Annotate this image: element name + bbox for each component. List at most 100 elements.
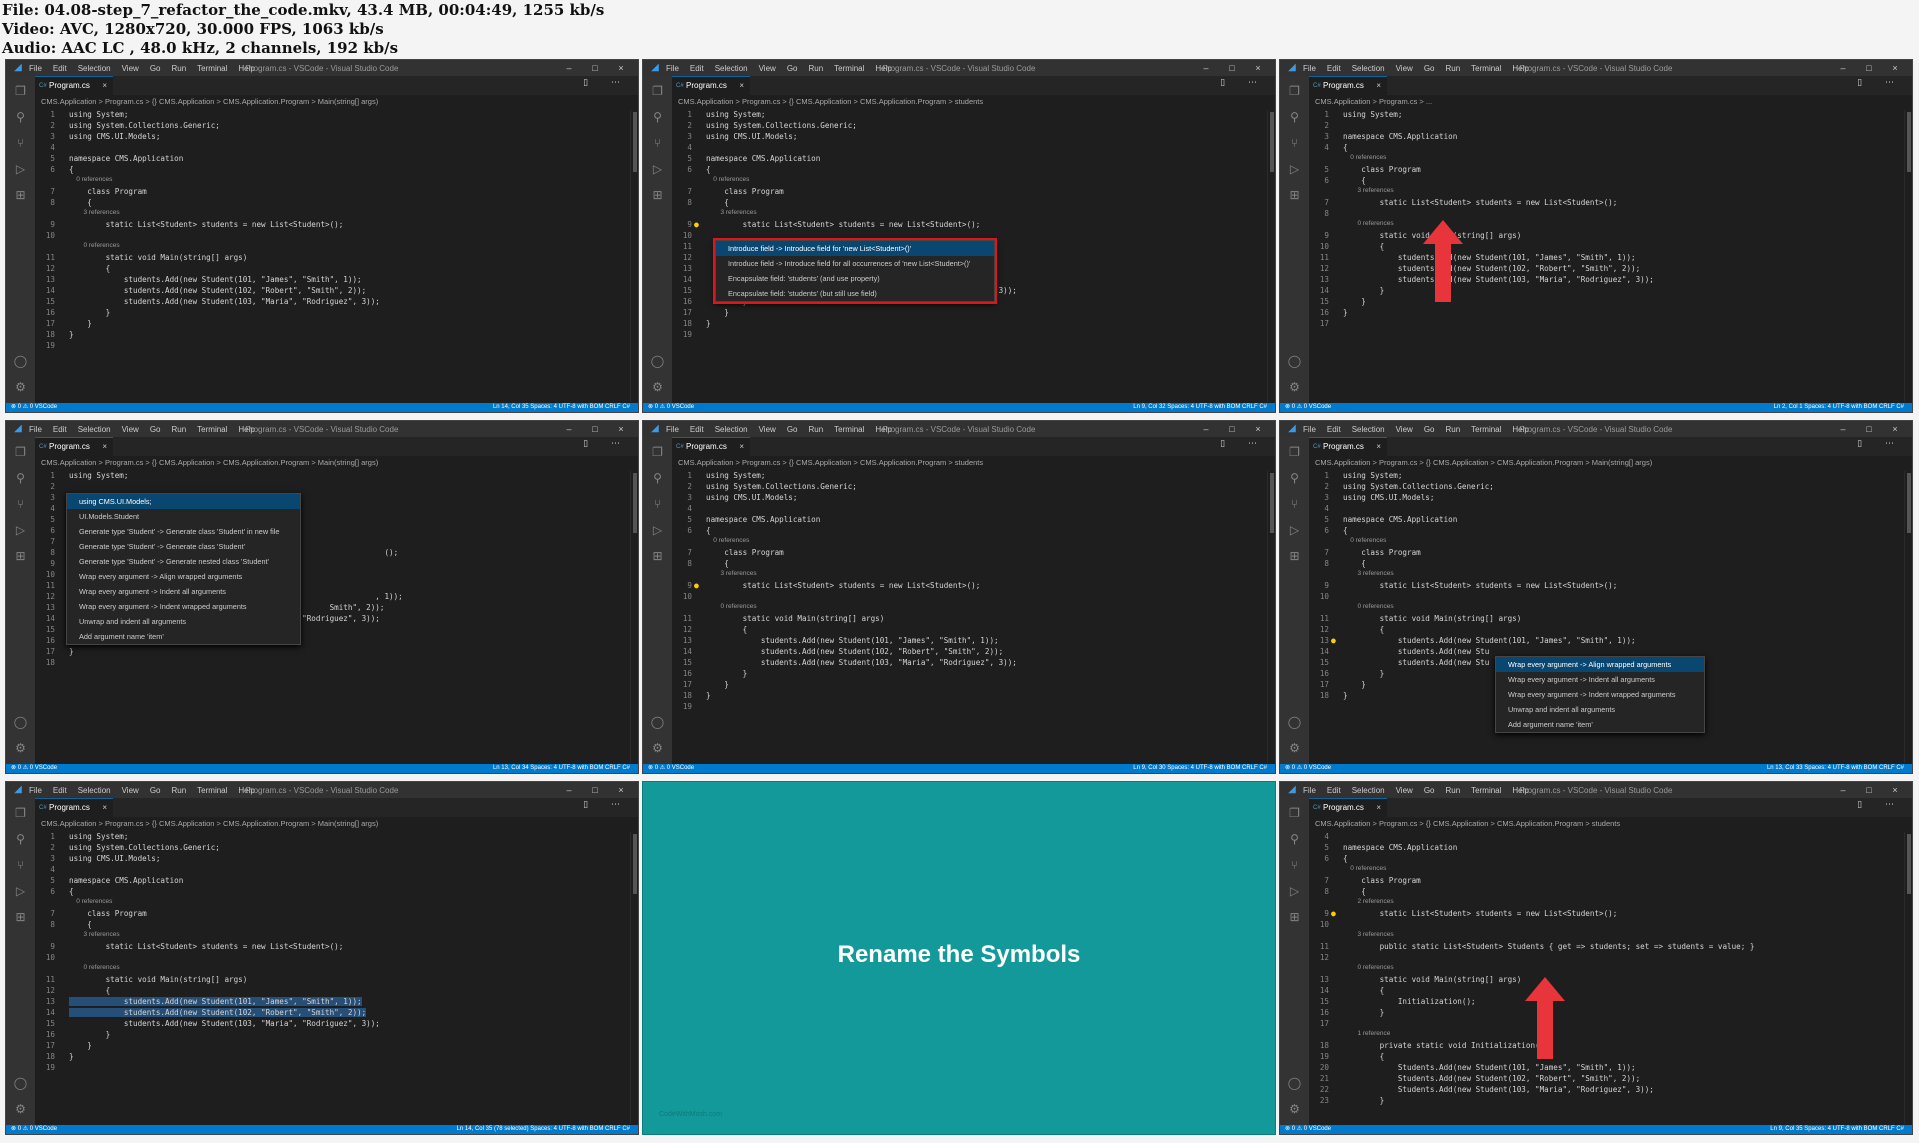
status-left[interactable]: ⊗ 0 ⚠ 0 VSCode bbox=[11, 764, 57, 773]
split-editor-icon[interactable]: ▯ ⋯ bbox=[1857, 439, 1904, 449]
quick-fix-item[interactable]: Unwrap and indent all arguments bbox=[1496, 702, 1704, 717]
run-debug-icon[interactable]: ▷ bbox=[650, 523, 665, 538]
quick-fix-item[interactable]: using CMS.UI.Models; bbox=[67, 494, 300, 509]
tab-close-icon[interactable]: × bbox=[739, 77, 744, 95]
status-right[interactable]: Ln 14, Col 35 Spaces: 4 UTF-8 with BOM C… bbox=[493, 403, 630, 412]
maximize-button[interactable]: □ bbox=[1219, 63, 1245, 73]
status-left[interactable]: ⊗ 0 ⚠ 0 VSCode bbox=[648, 403, 694, 412]
account-icon[interactable]: ◯ bbox=[1287, 1076, 1302, 1091]
tab-program-cs[interactable]: C# Program.cs × bbox=[1309, 76, 1387, 95]
breadcrumb[interactable]: CMS.Application > Program.cs > {} CMS.Ap… bbox=[35, 817, 638, 831]
maximize-button[interactable]: □ bbox=[582, 63, 608, 73]
menu-file[interactable]: File bbox=[666, 425, 679, 434]
menu-go[interactable]: Go bbox=[1424, 425, 1435, 434]
code-editor[interactable]: 1 using System; 2 using System.Collections.… bbox=[35, 832, 630, 1124]
extensions-icon[interactable]: ⊞ bbox=[13, 910, 28, 925]
extensions-icon[interactable]: ⊞ bbox=[13, 549, 28, 564]
explorer-icon[interactable]: ❐ bbox=[13, 445, 28, 460]
status-left[interactable]: ⊗ 0 ⚠ 0 VSCode bbox=[1285, 764, 1331, 773]
breadcrumb[interactable]: CMS.Application > Program.cs > {} CMS.Ap… bbox=[672, 456, 1275, 470]
tab-close-icon[interactable]: × bbox=[1376, 77, 1381, 95]
code-editor[interactable]: 1 using System; 2 using System.Collections.… bbox=[35, 110, 630, 402]
tab-close-icon[interactable]: × bbox=[1376, 438, 1381, 456]
lightbulb-icon[interactable]: ● bbox=[694, 581, 699, 590]
minimize-button[interactable]: – bbox=[556, 63, 582, 73]
settings-gear-icon[interactable]: ⚙ bbox=[1287, 741, 1302, 756]
source-control-icon[interactable]: ⑂ bbox=[1287, 497, 1302, 512]
account-icon[interactable]: ◯ bbox=[13, 715, 28, 730]
menu-selection[interactable]: Selection bbox=[715, 425, 748, 434]
menu-file[interactable]: File bbox=[666, 64, 679, 73]
status-right[interactable]: Ln 9, Col 35 Spaces: 4 UTF-8 with BOM CR… bbox=[1770, 1125, 1904, 1134]
vertical-scrollbar[interactable] bbox=[1267, 471, 1275, 763]
account-icon[interactable]: ◯ bbox=[1287, 354, 1302, 369]
menu-view[interactable]: View bbox=[1396, 425, 1413, 434]
breadcrumb[interactable]: CMS.Application > Program.cs > {} CMS.Ap… bbox=[35, 95, 638, 109]
breadcrumb[interactable]: CMS.Application > Program.cs > {} CMS.Ap… bbox=[1309, 456, 1912, 470]
menu-view[interactable]: View bbox=[759, 64, 776, 73]
settings-gear-icon[interactable]: ⚙ bbox=[1287, 1102, 1302, 1117]
menu-file[interactable]: File bbox=[1303, 425, 1316, 434]
scrollbar-thumb[interactable] bbox=[1907, 834, 1911, 894]
run-debug-icon[interactable]: ▷ bbox=[1287, 523, 1302, 538]
search-icon[interactable]: ⚲ bbox=[650, 471, 665, 486]
explorer-icon[interactable]: ❐ bbox=[1287, 84, 1302, 99]
menu-selection[interactable]: Selection bbox=[715, 64, 748, 73]
split-editor-icon[interactable]: ▯ ⋯ bbox=[1857, 78, 1904, 88]
menu-view[interactable]: View bbox=[122, 425, 139, 434]
settings-gear-icon[interactable]: ⚙ bbox=[650, 380, 665, 395]
run-debug-icon[interactable]: ▷ bbox=[1287, 884, 1302, 899]
lightbulb-icon[interactable]: ● bbox=[694, 220, 699, 229]
tab-close-icon[interactable]: × bbox=[102, 77, 107, 95]
tab-close-icon[interactable]: × bbox=[739, 438, 744, 456]
menu-terminal[interactable]: Terminal bbox=[1471, 64, 1501, 73]
quick-fix-item[interactable]: Wrap every argument -> Indent wrapped ar… bbox=[67, 599, 300, 614]
close-window-button[interactable]: × bbox=[608, 63, 634, 73]
split-editor-icon[interactable]: ▯ ⋯ bbox=[1220, 78, 1267, 88]
status-right[interactable]: Ln 13, Col 33 Spaces: 4 UTF-8 with BOM C… bbox=[1767, 764, 1904, 773]
search-icon[interactable]: ⚲ bbox=[1287, 110, 1302, 125]
menu-selection[interactable]: Selection bbox=[1352, 425, 1385, 434]
status-right[interactable]: Ln 9, Col 30 Spaces: 4 UTF-8 with BOM CR… bbox=[1133, 764, 1267, 773]
close-window-button[interactable]: × bbox=[1245, 63, 1271, 73]
menu-edit[interactable]: Edit bbox=[690, 64, 704, 73]
search-icon[interactable]: ⚲ bbox=[13, 471, 28, 486]
maximize-button[interactable]: □ bbox=[582, 785, 608, 795]
source-control-icon[interactable]: ⑂ bbox=[13, 858, 28, 873]
vertical-scrollbar[interactable] bbox=[1904, 110, 1912, 402]
scrollbar-thumb[interactable] bbox=[633, 834, 637, 894]
maximize-button[interactable]: □ bbox=[1219, 424, 1245, 434]
tab-close-icon[interactable]: × bbox=[102, 799, 107, 817]
tab-program-cs[interactable]: C# Program.cs × bbox=[1309, 437, 1387, 456]
tab-close-icon[interactable]: × bbox=[1376, 799, 1381, 817]
search-icon[interactable]: ⚲ bbox=[1287, 832, 1302, 847]
menu-view[interactable]: View bbox=[1396, 64, 1413, 73]
quick-fix-item[interactable]: UI.Models.Student bbox=[67, 509, 300, 524]
menu-selection[interactable]: Selection bbox=[78, 425, 111, 434]
menu-go[interactable]: Go bbox=[150, 786, 161, 795]
menu-terminal[interactable]: Terminal bbox=[1471, 786, 1501, 795]
menu-file[interactable]: File bbox=[29, 64, 42, 73]
menu-edit[interactable]: Edit bbox=[53, 425, 67, 434]
explorer-icon[interactable]: ❐ bbox=[13, 806, 28, 821]
close-window-button[interactable]: × bbox=[1882, 785, 1908, 795]
menu-selection[interactable]: Selection bbox=[78, 64, 111, 73]
menu-run[interactable]: Run bbox=[1445, 786, 1460, 795]
explorer-icon[interactable]: ❐ bbox=[650, 84, 665, 99]
minimize-button[interactable]: – bbox=[1830, 424, 1856, 434]
menu-run[interactable]: Run bbox=[171, 64, 186, 73]
code-editor[interactable]: 1 using System; 2 3 namespace CMS.Applicatio… bbox=[1309, 110, 1904, 402]
split-editor-icon[interactable]: ▯ ⋯ bbox=[583, 800, 630, 810]
explorer-icon[interactable]: ❐ bbox=[1287, 445, 1302, 460]
menu-run[interactable]: Run bbox=[808, 425, 823, 434]
vertical-scrollbar[interactable] bbox=[1904, 832, 1912, 1124]
menu-file[interactable]: File bbox=[29, 425, 42, 434]
run-debug-icon[interactable]: ▷ bbox=[13, 884, 28, 899]
source-control-icon[interactable]: ⑂ bbox=[13, 497, 28, 512]
vertical-scrollbar[interactable] bbox=[1904, 471, 1912, 763]
breadcrumb[interactable]: CMS.Application > Program.cs > {} CMS.Ap… bbox=[672, 95, 1275, 109]
settings-gear-icon[interactable]: ⚙ bbox=[1287, 380, 1302, 395]
scrollbar-thumb[interactable] bbox=[633, 112, 637, 172]
extensions-icon[interactable]: ⊞ bbox=[1287, 910, 1302, 925]
vertical-scrollbar[interactable] bbox=[630, 110, 638, 402]
